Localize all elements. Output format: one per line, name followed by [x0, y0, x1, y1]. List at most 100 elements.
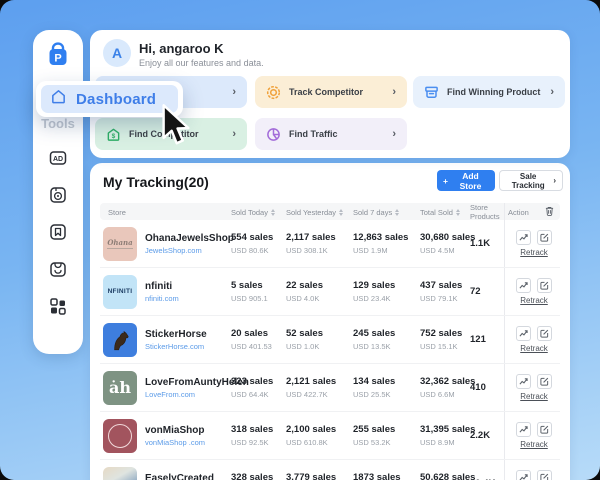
store-domain-link[interactable]: JewelsShop.com: [145, 246, 234, 255]
store-domain-link[interactable]: vonMiaShop .com: [145, 438, 205, 447]
edit-action-button[interactable]: [537, 374, 552, 389]
plus-icon: +: [443, 176, 448, 186]
sort-icon[interactable]: [456, 209, 460, 216]
store-logo: Ohana: [103, 227, 137, 261]
action-cell: Retrack: [504, 316, 560, 363]
svg-text:AD: AD: [53, 156, 63, 163]
feature-card-track-competitor[interactable]: Track Competitor ›: [255, 76, 407, 108]
total-sold-cell: 752 salesUSD 15.1K: [417, 328, 467, 351]
table-row: vonMiaShop vonMiaShop .com 318 salesUSD …: [100, 412, 560, 460]
column-header-sold-today[interactable]: Sold Today: [228, 208, 283, 217]
apps-grid-tool-icon[interactable]: [48, 296, 68, 316]
feature-card-find-competitor[interactable]: $ Find Competitor ›: [95, 118, 247, 150]
sold-yesterday-cell: 52 salesUSD 1.0K: [283, 328, 350, 351]
total-sold-cell: 30,680 salesUSD 4.5M: [417, 232, 467, 255]
retrack-link[interactable]: Retrack: [520, 344, 548, 353]
sort-icon[interactable]: [339, 209, 343, 216]
feature-card-find-winning-product[interactable]: Find Winning Product ›: [413, 76, 565, 108]
chevron-right-icon: ›: [550, 86, 554, 98]
sidebar: P Tools AD: [33, 30, 83, 354]
chart-action-button[interactable]: [516, 422, 531, 437]
chevron-right-icon: ›: [392, 128, 396, 140]
horse-icon: [107, 327, 133, 353]
action-cell: Retrack: [504, 220, 560, 267]
store-name: OhanaJewelsShop: [145, 233, 234, 244]
total-sold-cell: 32,362 salesUSD 6.6M: [417, 376, 467, 399]
dashboard-menu-label: Dashboard: [76, 91, 156, 108]
sold-today-cell: 20 salesUSD 401.53: [228, 328, 283, 351]
sold-7-days-cell: 129 salesUSD 23.4K: [350, 280, 417, 303]
action-cell: Retrack: [504, 460, 560, 480]
store-domain-link[interactable]: nfiniti.com: [145, 294, 179, 303]
app-logo-icon[interactable]: P: [43, 40, 73, 70]
edit-action-button[interactable]: [537, 326, 552, 341]
feature-card-find-traffic[interactable]: Find Traffic ›: [255, 118, 407, 150]
edit-action-button[interactable]: [537, 422, 552, 437]
emblem-ring-icon: [108, 424, 132, 448]
store-products-cell: 410: [467, 382, 504, 393]
sort-icon[interactable]: [271, 209, 275, 216]
store-logo-text: Ohana: [107, 238, 132, 249]
column-header-store[interactable]: Store: [100, 208, 228, 217]
dashboard-menu-popup[interactable]: Dashboard: [36, 81, 183, 117]
edit-action-button[interactable]: [537, 278, 552, 293]
product-box-icon: [424, 85, 439, 100]
store-cell: StickerHorse StickerHorse.com: [100, 323, 228, 357]
chart-action-button[interactable]: [516, 278, 531, 293]
table-row: StickerHorse StickerHorse.com 20 salesUS…: [100, 316, 560, 364]
house-dollar-icon: $: [106, 127, 121, 142]
store-logo: [103, 323, 137, 357]
store-name: StickerHorse: [145, 329, 207, 340]
sold-today-cell: 328 salesUSD 14.4K: [228, 472, 283, 480]
edit-action-button[interactable]: [537, 230, 552, 245]
store-domain-link[interactable]: StickerHorse.com: [145, 342, 207, 351]
table-body: Ohana OhanaJewelsShop JewelsShop.com 554…: [100, 220, 560, 480]
sold-yesterday-cell: 3,779 salesUSD 165.7K: [283, 472, 350, 480]
dashboard-menu-item[interactable]: Dashboard: [41, 85, 178, 113]
sort-icon[interactable]: [395, 209, 399, 216]
store-logo: [103, 419, 137, 453]
sold-today-cell: 323 salesUSD 64.4K: [228, 376, 283, 399]
retrack-link[interactable]: Retrack: [520, 392, 548, 401]
store-products-cell: 121: [467, 334, 504, 345]
table-row: EaselyCreated EaselyCreated .com 328 sal…: [100, 460, 560, 480]
trash-icon[interactable]: [545, 206, 554, 218]
sold-7-days-cell: 134 salesUSD 25.5K: [350, 376, 417, 399]
logo-letter: P: [54, 53, 61, 65]
column-header-sold-7-days[interactable]: Sold 7 days: [350, 208, 417, 217]
total-sold-cell: 31,395 salesUSD 8.9M: [417, 424, 467, 447]
retrack-link[interactable]: Retrack: [520, 296, 548, 305]
store-logo: [103, 467, 137, 480]
svg-text:$: $: [112, 132, 116, 139]
feature-card-label: Find Traffic: [289, 129, 338, 139]
store-logo-text: ȧh: [109, 378, 131, 397]
bookmark-tool-icon[interactable]: [48, 222, 68, 242]
tools-section-label: Tools: [41, 116, 75, 131]
shop-bag-tool-icon[interactable]: [48, 259, 68, 279]
chart-action-button[interactable]: [516, 374, 531, 389]
chevron-right-icon: ›: [232, 128, 236, 140]
chart-action-button[interactable]: [516, 326, 531, 341]
sold-7-days-cell: 255 salesUSD 53.2K: [350, 424, 417, 447]
avatar[interactable]: A: [103, 39, 131, 67]
ad-tool-icon[interactable]: AD: [48, 148, 68, 168]
column-header-sold-yesterday[interactable]: Sold Yesterday: [283, 208, 350, 217]
target-icon: [266, 85, 281, 100]
table-row: ȧh LoveFromAuntyHelen LoveFrom.com 323 s…: [100, 364, 560, 412]
product-box-tool-icon[interactable]: [48, 185, 68, 205]
chevron-right-icon: ›: [392, 86, 396, 98]
store-products-cell: 2.2K: [467, 430, 504, 441]
add-store-button[interactable]: + Add Store: [437, 170, 495, 191]
action-cell: Retrack: [504, 364, 560, 411]
table-row: Ohana OhanaJewelsShop JewelsShop.com 554…: [100, 220, 560, 268]
store-cell: EaselyCreated EaselyCreated .com: [100, 467, 228, 480]
edit-action-button[interactable]: [537, 470, 552, 480]
column-header-store-products[interactable]: Store Products: [467, 203, 504, 221]
chart-action-button[interactable]: [516, 230, 531, 245]
retrack-link[interactable]: Retrack: [520, 248, 548, 257]
sale-tracking-button[interactable]: Sale Tracking ›: [499, 170, 563, 191]
column-header-total-sold[interactable]: Total Sold: [417, 208, 467, 217]
home-icon: [50, 88, 67, 110]
retrack-link[interactable]: Retrack: [520, 440, 548, 449]
chart-action-button[interactable]: [516, 470, 531, 480]
